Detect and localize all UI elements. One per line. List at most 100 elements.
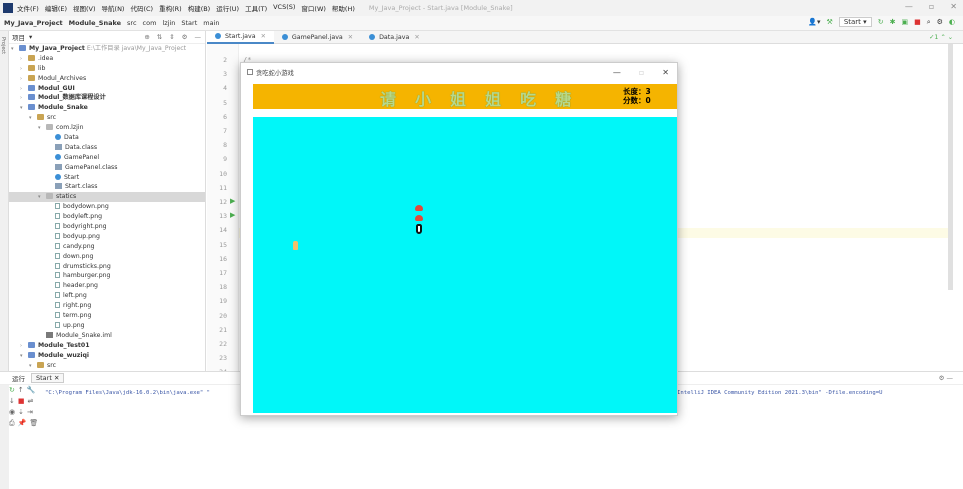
tree-item[interactable]: Data <box>9 133 205 143</box>
menu-item[interactable]: 构建(B) <box>188 3 211 13</box>
close-icon[interactable]: ✕ <box>261 33 266 40</box>
tree-item[interactable]: bodyleft.png <box>9 212 205 222</box>
chevron-down-icon[interactable]: ▾ <box>29 33 32 41</box>
breadcrumb-item[interactable]: src <box>127 19 137 27</box>
wrench-icon[interactable]: 🔧 <box>27 386 36 394</box>
tree-item[interactable]: bodyright.png <box>9 222 205 232</box>
tree-item[interactable]: down.png <box>9 252 205 262</box>
tree-item[interactable]: Module_Snake.iml <box>9 331 205 341</box>
hammer-icon[interactable]: ⚒ <box>827 18 833 26</box>
project-view-label[interactable]: 项目 <box>12 32 25 42</box>
tree-item[interactable]: › .idea <box>9 54 205 64</box>
menu-item[interactable]: 帮助(H) <box>332 3 355 13</box>
down-icon[interactable]: ↓ <box>9 397 15 405</box>
tree-item[interactable]: GamePanel.class <box>9 163 205 173</box>
tree-item[interactable]: › Modul_Archives <box>9 74 205 84</box>
run-tab-start[interactable]: Start ✕ <box>31 373 65 383</box>
breadcrumb-item[interactable]: lzjin <box>162 19 175 27</box>
rerun-icon[interactable]: ↻ <box>9 386 15 394</box>
stop-icon[interactable]: ■ <box>914 18 921 26</box>
tree-item[interactable]: Data.class <box>9 143 205 153</box>
tree-item[interactable]: term.png <box>9 311 205 321</box>
tree-item[interactable]: right.png <box>9 301 205 311</box>
hide-icon[interactable]: — <box>195 33 202 41</box>
print-icon[interactable]: ⎙ <box>9 419 15 428</box>
editor-tab[interactable]: GamePanel.java ✕ <box>274 31 361 44</box>
breadcrumb-item[interactable]: main <box>203 19 219 27</box>
search-icon[interactable]: ⌕ <box>927 18 931 27</box>
tree-item[interactable]: header.png <box>9 281 205 291</box>
breadcrumb-item[interactable]: Module_Snake <box>69 19 121 27</box>
tree-item[interactable]: bodyup.png <box>9 232 205 242</box>
minimize-icon[interactable]: — <box>905 2 913 11</box>
rerun-icon[interactable]: ↻ <box>878 18 884 26</box>
tree-item[interactable]: left.png <box>9 291 205 301</box>
tree-item[interactable]: up.png <box>9 321 205 331</box>
breadcrumb-item[interactable]: Start <box>181 19 197 27</box>
tree-item[interactable]: ▾ Module_wuziqi <box>9 351 205 361</box>
editor-tab[interactable]: Start.java ✕ <box>207 30 274 44</box>
menu-item[interactable]: 工具(T) <box>245 3 267 13</box>
project-stripe-tab[interactable]: Project <box>0 37 6 54</box>
tree-item[interactable]: ▾ com.lzjin <box>9 123 205 133</box>
debug-icon[interactable]: ✱ <box>890 18 896 26</box>
tree-item[interactable]: drumsticks.png <box>9 262 205 272</box>
menu-item[interactable]: 编辑(E) <box>45 3 67 13</box>
maximize-icon[interactable]: ▫ <box>929 2 934 11</box>
menu-item[interactable]: 重构(R) <box>159 3 182 13</box>
tree-item[interactable]: ▾ src <box>9 113 205 123</box>
gear-icon[interactable]: ⚙ <box>182 33 188 41</box>
game-field[interactable] <box>253 117 677 413</box>
tree-item[interactable]: › Modul_GUI <box>9 84 205 94</box>
tree-item[interactable]: bodydown.png <box>9 202 205 212</box>
pin-icon[interactable]: 📌 <box>18 419 27 428</box>
tree-item[interactable]: Start.class <box>9 182 205 192</box>
inspection-icon[interactable]: ✓1 ⌃ ⌄ <box>929 34 963 41</box>
menu-item[interactable]: 文件(F) <box>17 3 39 13</box>
run-config-select[interactable]: Start ▾ <box>838 17 872 27</box>
exit-icon[interactable]: ⇥ <box>27 408 33 416</box>
menu-item[interactable]: VCS(S) <box>273 3 295 13</box>
gear-icon[interactable]: ⚙ — <box>939 374 963 382</box>
menu-item[interactable]: 视图(V) <box>73 3 96 13</box>
tree-item[interactable]: ▾ statics <box>9 192 205 203</box>
expand-icon[interactable]: ⇕ <box>169 33 174 41</box>
up-icon[interactable]: ↑ <box>18 386 24 394</box>
chevron-icon[interactable]: ▾ <box>29 362 37 372</box>
tree-item[interactable]: › lib <box>9 64 205 74</box>
breadcrumb-item[interactable]: com <box>143 19 157 27</box>
tree-item[interactable]: candy.png <box>9 242 205 252</box>
tree-item[interactable]: ▾ Module_Snake <box>9 103 205 113</box>
menu-item[interactable]: 运行(U) <box>216 3 239 13</box>
menu-item[interactable]: 导航(N) <box>102 3 125 13</box>
coverage-icon[interactable]: ▣ <box>901 18 908 26</box>
tree-item[interactable]: hamburger.png <box>9 271 205 281</box>
close-icon[interactable]: ✕ <box>414 34 419 41</box>
close-icon[interactable]: ✕ <box>950 2 957 11</box>
collapse-icon[interactable]: ⇅ <box>157 33 162 41</box>
trash-icon[interactable]: 🗑 <box>29 419 38 428</box>
plugin-icon[interactable]: ◐ <box>949 18 955 26</box>
camera-icon[interactable]: ◉ <box>9 408 15 416</box>
user-icon[interactable]: 👤▾ <box>808 18 820 26</box>
close-icon[interactable]: ✕ <box>348 34 353 41</box>
tree-item[interactable]: Start <box>9 173 205 183</box>
tree-item[interactable]: › Modul_数据库课程设计 <box>9 93 205 103</box>
wrap-icon[interactable]: ⇌ <box>28 397 34 405</box>
menu-item[interactable]: 窗口(W) <box>301 3 326 13</box>
tree-item[interactable]: ▾ src <box>9 361 205 371</box>
run-gutter-icon[interactable]: ▶ <box>230 211 235 219</box>
scroll-end-icon[interactable]: ⇣ <box>18 408 24 416</box>
run-gutter-icon[interactable]: ▶ <box>230 197 235 205</box>
minimize-icon[interactable]: — <box>613 68 621 77</box>
locate-icon[interactable]: ⊕ <box>144 33 149 41</box>
menu-item[interactable]: 代码(C) <box>130 3 153 13</box>
stop-icon[interactable]: ■ <box>18 397 25 405</box>
tree-item[interactable]: › Module_Test01 <box>9 341 205 351</box>
editor-tab[interactable]: Data.java ✕ <box>361 31 428 44</box>
breadcrumb-item[interactable]: My_Java_Project <box>4 19 63 27</box>
close-icon[interactable]: ✕ <box>662 68 669 77</box>
editor-scrollbar[interactable] <box>948 44 953 290</box>
maximize-icon[interactable]: ▫ <box>639 68 644 77</box>
tree-item[interactable]: ▾ My_Java_Project E:\工作目录 java\My_Java_Pr… <box>9 44 205 54</box>
